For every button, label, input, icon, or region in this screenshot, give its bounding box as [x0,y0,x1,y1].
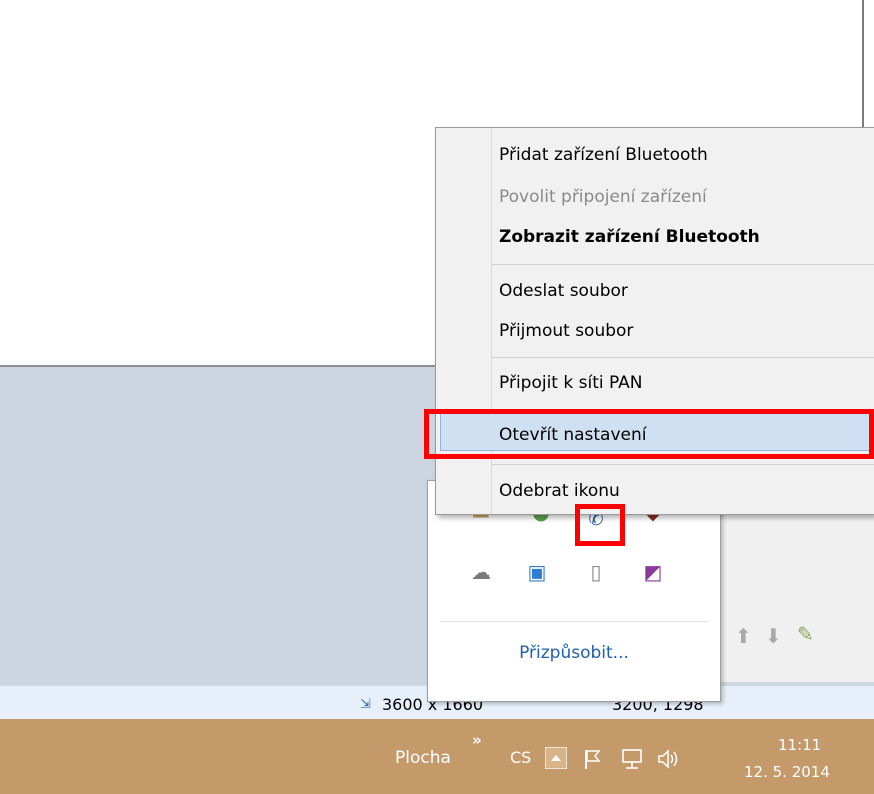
menu-item-receive-file[interactable]: Přijmout soubor [499,321,633,341]
clock-date[interactable]: 12. 5. 2014 [744,763,830,781]
onedrive-icon[interactable]: ☁ [468,559,494,585]
menu-item-join-pan[interactable]: Připojit k síti PAN [499,373,643,393]
annotation-highlight-box [424,409,874,459]
menu-item-remove-icon[interactable]: Odebrat ikonu [499,481,620,501]
annotation-icon-box [575,504,625,546]
language-indicator[interactable]: CS [510,748,531,767]
menu-item-show-devices[interactable]: Zobrazit zařízení Bluetooth [499,227,760,247]
chevron-up-icon [551,755,561,761]
flyout-divider [440,621,708,622]
dimensions-icon: ⇲ [360,696,371,712]
arrow-up-icon[interactable]: ⬆ [735,624,752,648]
menu-item-send-file[interactable]: Odeslat soubor [499,281,628,301]
onenote-icon[interactable]: ◩ [640,559,666,585]
desktop-toolbar-label[interactable]: Plocha [395,748,451,768]
network-icon[interactable] [620,747,644,771]
arrow-down-icon[interactable]: ⬇ [765,624,782,648]
flag-icon[interactable] [582,747,604,771]
menu-separator [492,264,874,265]
photo-upload-icon[interactable]: ▣ [524,559,550,585]
toolbar-chevron-icon[interactable]: » [472,731,482,749]
show-hidden-icons-button[interactable] [545,747,567,769]
menu-separator [492,464,874,465]
menu-separator [492,357,874,358]
clock-time[interactable]: 11:11 [778,736,821,754]
customize-link[interactable]: Přizpůsobit... [428,643,720,663]
phone-icon[interactable]: ▯ [583,559,609,585]
volume-icon[interactable] [656,747,682,771]
tag-icon[interactable]: ✎ [797,622,814,646]
menu-item-allow-connection[interactable]: Povolit připojení zařízení [499,187,707,207]
taskbar: Plocha » CS 11:11 12. 5. 2014 [0,719,874,794]
menu-item-add-device[interactable]: Přidat zařízení Bluetooth [499,145,708,165]
